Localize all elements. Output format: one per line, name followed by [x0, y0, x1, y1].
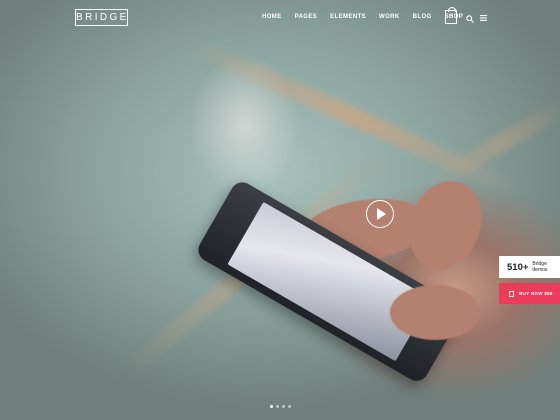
hand-shape [390, 285, 480, 340]
cart-icon[interactable]: 0 [445, 7, 457, 24]
demos-label: Bridge demos [532, 261, 548, 273]
cart-count: 0 [449, 14, 453, 20]
play-button[interactable] [366, 200, 394, 228]
slider-pagination [270, 405, 291, 408]
hero-background [0, 0, 560, 420]
slider-dot[interactable] [276, 405, 279, 408]
nav-item-blog[interactable]: BLOG [413, 14, 432, 20]
nav-item-work[interactable]: WORK [379, 14, 400, 20]
logo[interactable]: BRIDGE [75, 9, 128, 26]
demos-badge[interactable]: 510+ Bridge demos [499, 256, 560, 278]
hand-shape [396, 170, 494, 280]
nav-item-pages[interactable]: PAGES [295, 14, 318, 20]
play-icon [377, 208, 386, 220]
buy-now-label: BUY NOW $59 [519, 291, 553, 296]
menu-icon[interactable] [480, 15, 487, 21]
demos-count: 510+ [507, 261, 529, 273]
nav-item-home[interactable]: HOME [262, 14, 282, 20]
nav-item-elements[interactable]: ELEMENTS [330, 14, 366, 20]
slider-dot[interactable] [288, 405, 291, 408]
shopping-bag-icon [509, 290, 514, 297]
buy-now-button[interactable]: BUY NOW $59 [499, 283, 560, 304]
slider-dot[interactable] [270, 405, 273, 408]
slider-dot[interactable] [282, 405, 285, 408]
search-icon[interactable] [466, 15, 474, 23]
